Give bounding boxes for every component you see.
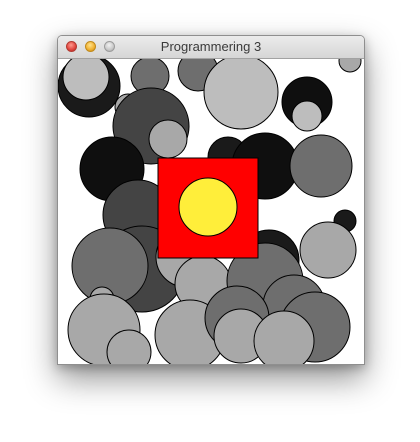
gray-circle (289, 134, 353, 198)
app-window: Programmering 3 (57, 35, 365, 365)
gray-circle (148, 119, 188, 159)
gray-circle (338, 59, 362, 73)
yellow-circle[interactable] (178, 177, 238, 237)
gray-circle (203, 59, 279, 130)
window-title: Programmering 3 (160, 39, 262, 54)
gray-circle (62, 59, 110, 101)
circles-scene (58, 59, 362, 364)
gray-circle (253, 310, 315, 364)
drawing-canvas[interactable] (58, 59, 364, 364)
gray-circle (299, 221, 357, 279)
title-bar[interactable]: Programmering 3 (58, 36, 364, 59)
gray-circle (291, 100, 323, 132)
